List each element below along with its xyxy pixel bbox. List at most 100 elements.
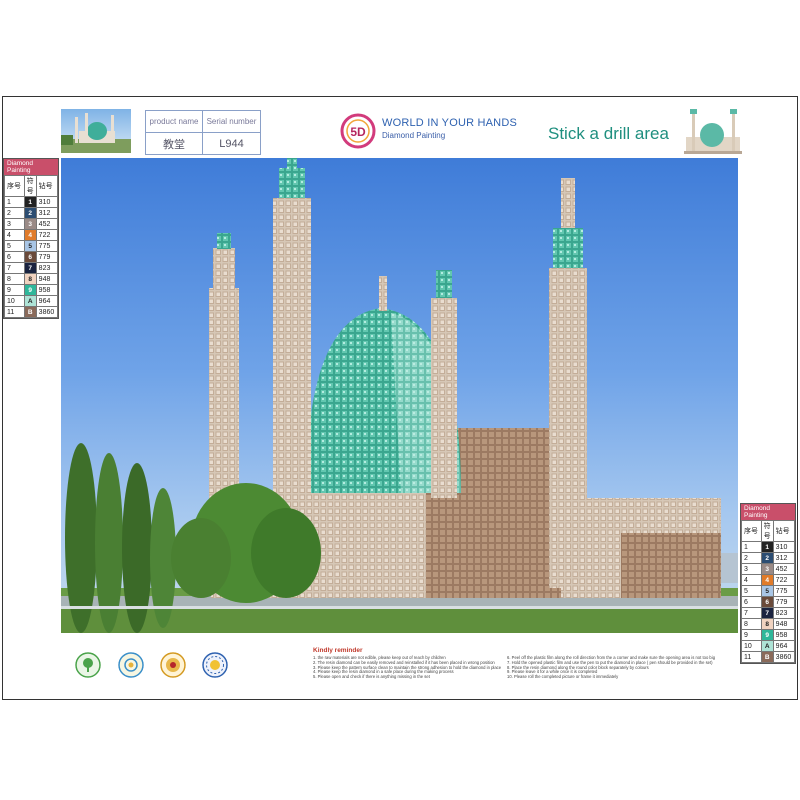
- legend-symbol: 1: [760, 541, 774, 553]
- eco-friendly-badge-icon: [75, 652, 101, 678]
- legend-code: 823: [35, 262, 59, 274]
- legend-code: 779: [772, 596, 796, 608]
- legend-index: 2: [741, 552, 762, 564]
- legend-index: 10: [741, 640, 762, 652]
- legend-index: 8: [4, 273, 25, 285]
- legend-index: 4: [4, 229, 25, 241]
- quality-seal-badge-icon: [160, 652, 186, 678]
- legend-row: 6 6 779: [4, 251, 59, 263]
- legend-index: 9: [4, 284, 25, 296]
- legend-code: 823: [772, 607, 796, 619]
- legend-index: 4: [741, 574, 762, 586]
- legend-symbol: A: [760, 640, 774, 652]
- legend-index: 5: [741, 585, 762, 597]
- legend-code: 958: [772, 629, 796, 641]
- legend-index: 6: [4, 251, 25, 263]
- serial-number-label: Serial number: [202, 110, 261, 133]
- legend-symbol: 5: [23, 240, 37, 252]
- legend-symbol: 9: [23, 284, 37, 296]
- legend-code: 310: [772, 541, 796, 553]
- legend-index: 7: [741, 607, 762, 619]
- legend-code: 722: [35, 229, 59, 241]
- mosque-thumbnail-left: [61, 109, 131, 153]
- legend-row: 6 6 779: [741, 596, 796, 608]
- legend-row: 3 3 452: [4, 218, 59, 230]
- certified-badge-icon: [202, 652, 228, 678]
- legend-row: 8 8 948: [4, 273, 59, 285]
- legend-symbol: 9: [760, 629, 774, 641]
- product-info-table: product name Serial number 教堂 L944: [144, 110, 261, 155]
- legend-col-symbol: 符号: [760, 520, 774, 542]
- legend-col-code: 钻号: [772, 520, 796, 542]
- legend-index: 7: [4, 262, 25, 274]
- legend-index: 6: [741, 596, 762, 608]
- legend-code: 3860: [772, 651, 796, 663]
- legend-code: 312: [35, 207, 59, 219]
- legend-row: 4 4 722: [741, 574, 796, 586]
- color-legend-left: Diamond Painting 序号 符号 钻号 1 1 310 2 2 312 3 3 45…: [3, 158, 59, 319]
- legend-symbol: 5: [760, 585, 774, 597]
- legend-row: 5 5 775: [741, 585, 796, 597]
- lab-tested-badge-icon: [118, 652, 144, 678]
- product-name-label: product name: [144, 110, 204, 133]
- legend-row: 1 1 310: [741, 541, 796, 553]
- legend-symbol: 8: [760, 618, 774, 630]
- legend-row: 8 8 948: [741, 618, 796, 630]
- legend-col-symbol: 符号: [23, 175, 37, 197]
- legend-index: 1: [4, 196, 25, 208]
- legend-symbol: 3: [760, 563, 774, 575]
- legend-symbol: 4: [760, 574, 774, 586]
- color-legend-right: Diamond Painting 序号 符号 钻号 1 1 310 2 2 312 3 3 45…: [740, 503, 796, 664]
- legend-symbol: 3: [23, 218, 37, 230]
- legend-symbol: 1: [23, 196, 37, 208]
- legend-index: 3: [741, 563, 762, 575]
- legend-row: 5 5 775: [4, 240, 59, 252]
- legend-row: 10 A 964: [741, 640, 796, 652]
- reminder-item: 5. Please open and check if there is any…: [313, 674, 430, 680]
- 5d-logo: 5D: [340, 113, 376, 149]
- brand-subtitle: Diamond Painting: [382, 131, 446, 140]
- legend-col-index: 序号: [4, 175, 25, 197]
- legend-col-code: 钻号: [35, 175, 59, 197]
- legend-index: 2: [4, 207, 25, 219]
- legend-code: 310: [35, 196, 59, 208]
- legend-col-index: 序号: [741, 520, 762, 542]
- legend-symbol: 8: [23, 273, 37, 285]
- legend-code: 948: [772, 618, 796, 630]
- legend-index: 9: [741, 629, 762, 641]
- legend-symbol: 6: [760, 596, 774, 608]
- mosque-thumbnail-right: [684, 109, 742, 154]
- legend-code: 948: [35, 273, 59, 285]
- legend-symbol: B: [760, 651, 774, 663]
- reminder-item: 10. Please roll the completed picture or…: [507, 674, 619, 680]
- legend-code: 964: [772, 640, 796, 652]
- legend-code: 452: [772, 563, 796, 575]
- legend-row: 7 7 823: [741, 607, 796, 619]
- legend-row: 3 3 452: [741, 563, 796, 575]
- legend-table: 序号 符号 钻号 1 1 310 2 2 312 3 3 452 4 4 722 5 5 775 6 6 779 7…: [741, 520, 796, 663]
- legend-code: 779: [35, 251, 59, 263]
- logo-text: 5D: [350, 125, 366, 139]
- legend-code: 3860: [35, 306, 59, 318]
- product-name-value: 教堂: [144, 132, 204, 155]
- legend-index: 11: [4, 306, 25, 318]
- reminder-list-right: 6. Peel off the plastic film along the r…: [507, 655, 737, 680]
- legend-symbol: 2: [760, 552, 774, 564]
- legend-symbol: 2: [23, 207, 37, 219]
- legend-row: 7 7 823: [4, 262, 59, 274]
- legend-symbol: 7: [23, 262, 37, 274]
- legend-symbol: 7: [760, 607, 774, 619]
- legend-row: 11 B 3860: [741, 651, 796, 663]
- brand-title: WORLD IN YOUR HANDS: [382, 117, 517, 129]
- reminder-list-left: 1. the raw materials are not edible, ple…: [313, 655, 503, 680]
- legend-row: 11 B 3860: [4, 306, 59, 318]
- legend-index: 3: [4, 218, 25, 230]
- legend-code: 312: [772, 552, 796, 564]
- legend-code: 722: [772, 574, 796, 586]
- legend-row: 4 4 722: [4, 229, 59, 241]
- reminder-title: Kindly reminder: [313, 647, 363, 654]
- legend-symbol: 6: [23, 251, 37, 263]
- legend-index: 8: [741, 618, 762, 630]
- serial-number-value: L944: [202, 132, 261, 155]
- legend-symbol: B: [23, 306, 37, 318]
